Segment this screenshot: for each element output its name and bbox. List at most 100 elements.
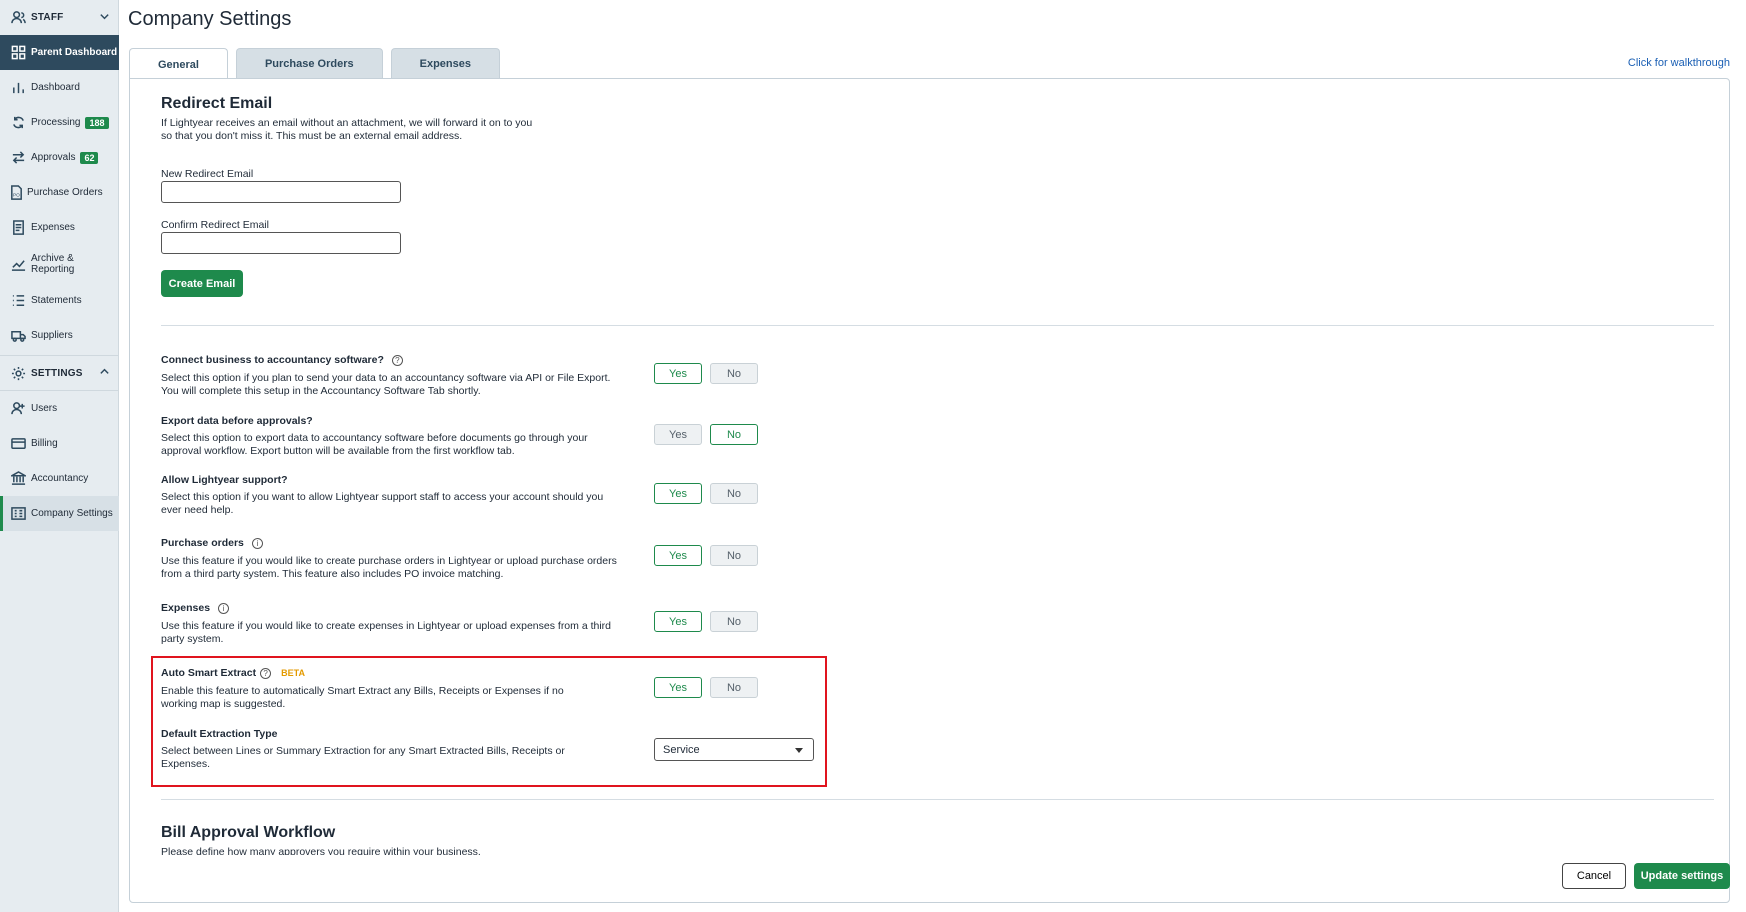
yes-toggle[interactable]: Yes <box>654 611 702 632</box>
no-toggle[interactable]: No <box>710 424 758 445</box>
sidebar-item-statements[interactable]: Statements <box>0 283 119 318</box>
sidebar-item-label: Billing <box>31 438 58 449</box>
confirm-redirect-email-label: Confirm Redirect Email <box>161 219 269 231</box>
sidebar-item-approvals[interactable]: Approvals 62 <box>0 140 119 175</box>
no-toggle[interactable]: No <box>710 363 758 384</box>
help-icon[interactable]: ? <box>260 667 272 679</box>
option-description: Enable this feature to automatically Sma… <box>161 685 564 710</box>
caret-down-icon <box>795 748 803 753</box>
svg-text:PO: PO <box>13 192 20 197</box>
list-icon <box>10 293 26 309</box>
no-toggle[interactable]: No <box>710 677 758 698</box>
option-description: Select between Lines or Summary Extracti… <box>161 745 565 770</box>
sidebar-item-processing[interactable]: Processing 188 <box>0 105 119 140</box>
receipt-icon <box>10 220 26 236</box>
redirect-email-heading: Redirect Email <box>161 95 273 112</box>
info-icon[interactable]: i <box>218 602 230 614</box>
po-document-icon: PO <box>8 185 24 201</box>
tab-purchase-orders[interactable]: Purchase Orders <box>235 48 383 79</box>
confirm-redirect-email-input[interactable] <box>161 232 401 254</box>
building-icon <box>10 506 26 522</box>
count-badge: 188 <box>85 116 109 129</box>
yes-toggle[interactable]: Yes <box>654 483 702 504</box>
sidebar-item-purchase-orders[interactable]: PO Purchase Orders <box>0 175 119 210</box>
sidebar-item-label: Users <box>31 403 58 414</box>
option-title-purchase-orders: Purchase orders i <box>161 537 263 549</box>
sidebar-item-label: Parent Dashboard <box>31 47 118 58</box>
sidebar: STAFF Parent Dashboard Dashboard Process… <box>0 0 119 912</box>
option-title-text: Allow Lightyear support? <box>161 474 288 486</box>
sidebar-section-settings[interactable]: SETTINGS <box>0 356 119 390</box>
gear-icon <box>10 365 26 381</box>
redirect-email-description-line2: so that you don't miss it. This must be … <box>161 130 463 142</box>
workflow-description: Please define how many approvers you req… <box>161 846 481 855</box>
truck-icon <box>10 328 26 344</box>
sidebar-item-label: Statements <box>31 295 82 306</box>
sidebar-item-company-settings[interactable]: Company Settings <box>0 496 119 531</box>
new-redirect-email-input[interactable] <box>161 181 401 203</box>
sidebar-item-label: Accountancy <box>31 473 89 484</box>
walkthrough-link[interactable]: Click for walkthrough <box>1628 57 1730 69</box>
sidebar-item-accountancy[interactable]: Accountancy <box>0 461 119 496</box>
no-toggle[interactable]: No <box>710 545 758 566</box>
no-toggle[interactable]: No <box>710 483 758 504</box>
option-description: Use this feature if you would like to cr… <box>161 620 611 645</box>
sidebar-item-users[interactable]: Users <box>0 391 119 426</box>
workflow-description-clip: Please define how many approvers you req… <box>161 846 761 855</box>
sidebar-item-suppliers[interactable]: Suppliers <box>0 318 119 353</box>
sidebar-item-expenses[interactable]: Expenses <box>0 210 119 245</box>
refresh-icon <box>10 115 26 131</box>
option-description: Use this feature if you would like to cr… <box>161 555 617 580</box>
yes-toggle[interactable]: Yes <box>654 363 702 384</box>
add-user-icon <box>10 401 26 417</box>
count-badge: 62 <box>80 151 99 164</box>
option-title-text: Export data before approvals? <box>161 415 313 427</box>
chevron-up-icon[interactable] <box>99 366 110 380</box>
extraction-type-select[interactable]: Service <box>654 738 814 761</box>
section-divider <box>161 325 1714 326</box>
sidebar-item-dashboard[interactable]: Dashboard <box>0 70 119 105</box>
option-title-export: Export data before approvals? <box>161 415 313 427</box>
yes-toggle[interactable]: Yes <box>654 545 702 566</box>
credit-card-icon <box>10 436 26 452</box>
option-description: Select this option if you plan to send y… <box>161 372 611 397</box>
beta-badge: BETA <box>281 668 305 678</box>
sidebar-item-label: Expenses <box>31 222 75 233</box>
option-title-text: Default Extraction Type <box>161 728 278 740</box>
option-title-auto-smart-extract: Auto Smart Extract ? BETA <box>161 667 305 679</box>
cancel-button[interactable]: Cancel <box>1562 863 1626 889</box>
option-title-text: Auto Smart Extract <box>161 667 257 679</box>
sidebar-item-archive-reporting[interactable]: Archive & Reporting <box>0 245 119 283</box>
option-title-accountancy: Connect business to accountancy software… <box>161 354 403 366</box>
select-value: Service <box>663 743 700 756</box>
sidebar-item-label-line1: Archive & <box>31 253 74 264</box>
bar-chart-icon <box>10 80 26 96</box>
create-email-button[interactable]: Create Email <box>161 270 243 297</box>
arrows-swap-icon <box>10 150 26 166</box>
info-icon[interactable]: i <box>251 537 263 549</box>
yes-toggle[interactable]: Yes <box>654 424 702 445</box>
sidebar-item-parent-dashboard[interactable]: Parent Dashboard <box>0 35 119 70</box>
option-title-text: Purchase orders <box>161 537 244 549</box>
option-title-support: Allow Lightyear support? <box>161 474 288 486</box>
help-icon[interactable]: ? <box>391 354 403 366</box>
tab-expenses[interactable]: Expenses <box>390 48 500 79</box>
yes-toggle[interactable]: Yes <box>654 677 702 698</box>
option-title-extraction-type: Default Extraction Type <box>161 728 278 740</box>
sidebar-item-billing[interactable]: Billing <box>0 426 119 461</box>
bank-icon <box>10 471 26 487</box>
option-description: Select this option to export data to acc… <box>161 432 588 457</box>
sidebar-section-staff[interactable]: STAFF <box>0 0 119 35</box>
option-title-text: Expenses <box>161 602 211 614</box>
update-settings-button[interactable]: Update settings <box>1634 863 1730 889</box>
no-toggle[interactable]: No <box>710 611 758 632</box>
grid-icon <box>10 45 26 61</box>
sidebar-item-label: Purchase Orders <box>27 187 103 198</box>
tab-general[interactable]: General <box>129 48 228 80</box>
sidebar-item-label: Processing <box>31 117 81 128</box>
line-chart-icon <box>10 256 26 272</box>
tab-bar: General Purchase Orders Expenses <box>129 48 508 80</box>
chevron-down-icon[interactable] <box>99 11 110 25</box>
sidebar-item-label-line2: Reporting <box>31 264 75 275</box>
page-title: Company Settings <box>128 8 292 30</box>
